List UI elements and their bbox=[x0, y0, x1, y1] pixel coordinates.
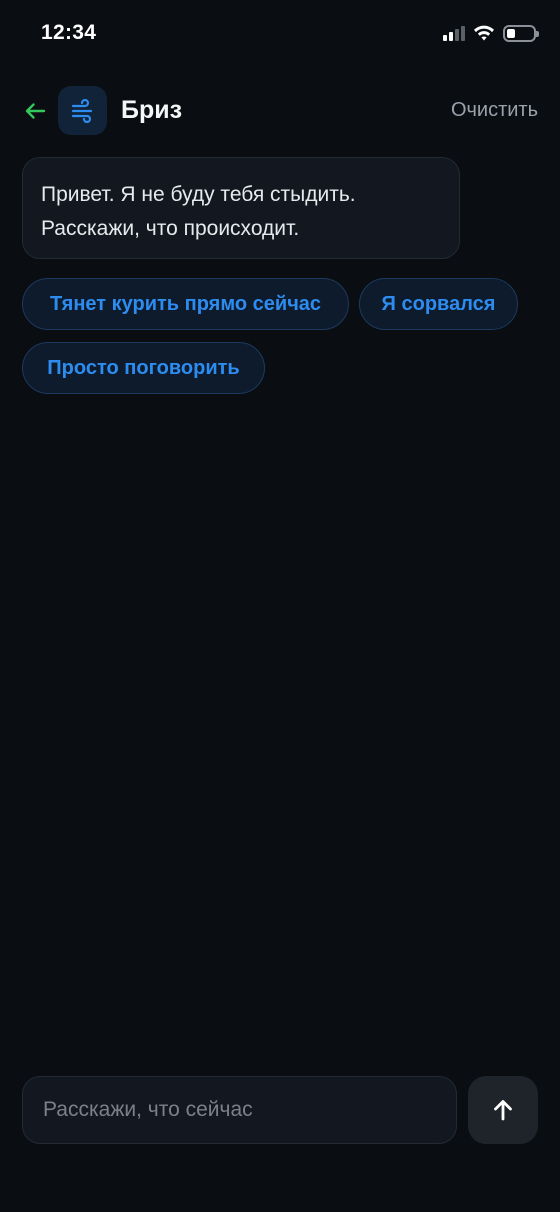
app-avatar bbox=[58, 86, 107, 135]
bot-message-text: Привет. Я не буду тебя стыдить. Расскажи… bbox=[41, 183, 356, 240]
back-button[interactable] bbox=[22, 98, 48, 124]
chat-title: Бриз bbox=[121, 96, 183, 124]
arrow-up-icon bbox=[494, 1100, 512, 1121]
chat-screen: 12:34 Бриз Очистить Привет. Я не буду те… bbox=[0, 0, 560, 1212]
cellular-signal-icon bbox=[443, 25, 465, 41]
battery-icon bbox=[503, 24, 539, 42]
arrow-left-icon bbox=[25, 103, 46, 119]
status-bar: 12:34 bbox=[0, 0, 560, 68]
wifi-icon bbox=[474, 25, 494, 41]
status-icons bbox=[443, 22, 539, 44]
wind-icon bbox=[71, 98, 92, 123]
quick-reply-relapsed[interactable]: Я сорвался bbox=[359, 278, 518, 330]
quick-reply-craving[interactable]: Тянет курить прямо сейчас bbox=[22, 278, 349, 330]
clear-chat-button[interactable]: Очистить bbox=[451, 99, 538, 122]
bot-message-bubble: Привет. Я не буду тебя стыдить. Расскажи… bbox=[22, 157, 460, 259]
chat-header: Бриз Очистить bbox=[0, 86, 560, 136]
send-button[interactable] bbox=[468, 1076, 538, 1144]
message-input[interactable] bbox=[22, 1076, 457, 1144]
quick-reply-just-talk[interactable]: Просто поговорить bbox=[22, 342, 265, 394]
status-time: 12:34 bbox=[41, 21, 97, 44]
